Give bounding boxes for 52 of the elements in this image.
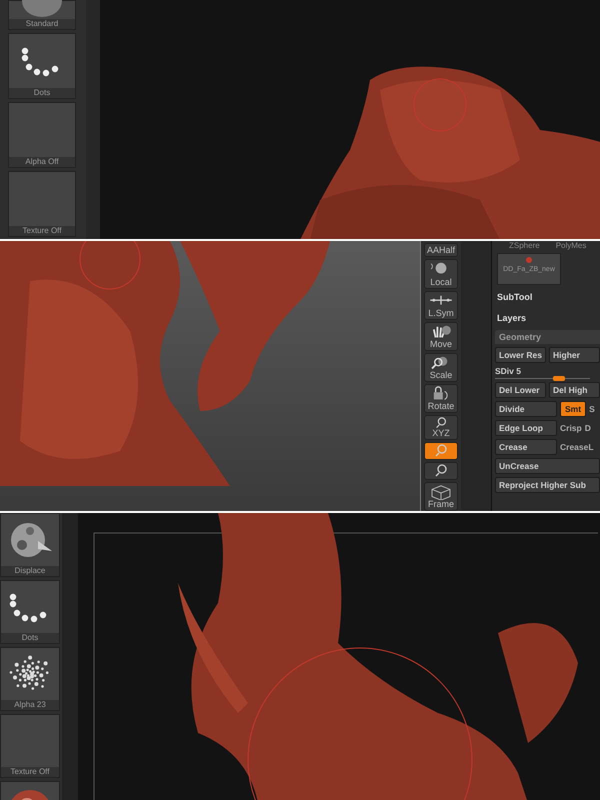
section-header[interactable]: Geometry — [495, 330, 600, 344]
slot-label: Texture Off — [1, 766, 59, 777]
slot-label: Standard — [9, 19, 75, 29]
subdivision-slider[interactable]: SDiv 5 — [495, 366, 600, 380]
toolbar-button[interactable] — [424, 442, 458, 460]
toolbar-button[interactable]: Scale — [424, 352, 458, 382]
toggle-button[interactable]: Smt — [560, 401, 586, 418]
slider-thumb[interactable] — [552, 376, 565, 382]
tool-tab[interactable]: PolyMes — [556, 241, 586, 250]
geometry-button[interactable]: Higher — [549, 347, 600, 364]
geometry-button[interactable]: Del Lower — [495, 382, 546, 398]
option-label: S — [589, 404, 595, 414]
brush-slot[interactable]: Texture Off — [8, 171, 76, 237]
toolbar-button[interactable]: AAHalf — [424, 243, 458, 258]
brush-slot[interactable]: Dots — [0, 580, 60, 644]
slot-label: Dots — [9, 88, 75, 98]
toolbar-button[interactable]: XYZ — [424, 415, 458, 440]
toolbar-button[interactable]: Frame — [424, 482, 458, 511]
brush-slot[interactable]: Standard — [8, 0, 76, 30]
geometry-button[interactable]: Lower Res — [495, 347, 546, 364]
toolbar-button[interactable]: Move — [424, 322, 458, 351]
toolbar-button[interactable] — [424, 462, 458, 480]
geometry-button[interactable]: Crease — [495, 439, 557, 456]
brush-slot[interactable]: Alpha Off — [8, 102, 76, 168]
tool-tab[interactable]: ZSphere — [509, 241, 540, 250]
slot-label: Alpha Off — [9, 157, 75, 167]
rotation-axis-icon — [435, 464, 447, 477]
brush-slot[interactable]: Dots — [8, 33, 76, 99]
geometry-button[interactable]: Reproject Higher Sub — [495, 477, 600, 494]
slot-label: Texture Off — [9, 226, 75, 236]
brush-circle — [414, 78, 466, 132]
section-header[interactable]: Layers — [495, 309, 600, 328]
displace-sphere-icon — [8, 520, 52, 559]
slot-label: Displace — [1, 566, 59, 576]
toolbar-button[interactable]: Rotate — [424, 384, 458, 414]
brush-slot[interactable]: Alpha 23 — [0, 646, 60, 711]
rotation-axis-icon — [435, 444, 447, 457]
section-header[interactable]: SubTool — [495, 288, 600, 306]
option-label: CreaseL — [560, 442, 594, 452]
toolbar-button[interactable]: Local — [424, 259, 458, 289]
toolbar-button[interactable]: L.Sym — [424, 290, 458, 320]
option-label: Crisp — [560, 423, 582, 434]
option-label: D — [584, 423, 591, 434]
brush-slot[interactable]: Texture Off — [0, 714, 60, 778]
rotation-axis-icon — [435, 417, 447, 429]
geometry-button[interactable]: Divide — [495, 401, 557, 418]
geometry-button[interactable]: Del High — [549, 382, 600, 398]
geometry-button[interactable]: Edge Loop — [495, 420, 557, 436]
slot-label: Alpha 23 — [1, 700, 59, 710]
geometry-button[interactable]: UnCrease — [495, 458, 600, 474]
slot-label: Dots — [1, 632, 59, 643]
brush-slot[interactable]: Displace — [0, 512, 60, 577]
